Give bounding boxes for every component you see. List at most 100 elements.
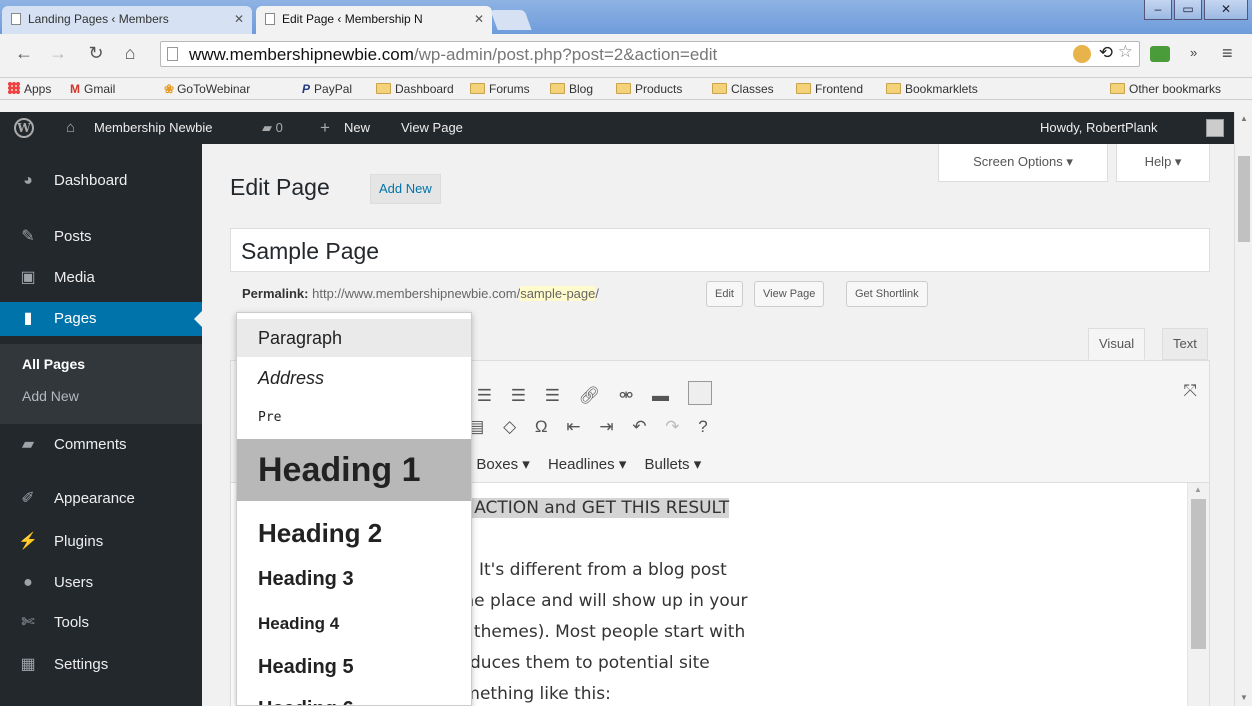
site-home-icon[interactable]: ⌂ xyxy=(66,112,75,144)
sidebar-item-dashboard[interactable]: ◕ Dashboard xyxy=(0,164,202,198)
format-paragraph[interactable]: Paragraph xyxy=(237,319,471,357)
bookmark-classes[interactable]: Classes xyxy=(712,81,774,97)
bookmark-gotowebinar[interactable]: ❀ GoToWebinar xyxy=(164,81,250,97)
format-pre[interactable]: Pre xyxy=(237,399,471,437)
format-heading-1[interactable]: Heading 1 xyxy=(237,439,471,501)
bookmark-other[interactable]: Other bookmarks xyxy=(1110,81,1221,97)
bullets-dropdown[interactable]: Bullets ▾ xyxy=(645,456,702,473)
browser-tab-landing-pages[interactable]: Landing Pages ‹ Members ✕ xyxy=(2,6,252,34)
extension-emoji-icon[interactable] xyxy=(1073,45,1091,63)
bookmark-forums[interactable]: Forums xyxy=(470,81,530,97)
bookmark-paypal[interactable]: P PayPal xyxy=(302,81,352,97)
editor-scrollbar[interactable]: ▲ xyxy=(1187,483,1209,706)
page-scrollbar[interactable]: ▲ ▼ xyxy=(1234,112,1252,706)
bookmark-apps[interactable]: Apps xyxy=(8,81,51,97)
reload-icon[interactable]: ↻ xyxy=(86,43,106,64)
permalink-slug[interactable]: sample-page xyxy=(520,286,596,301)
indent-icon[interactable]: ⇥ xyxy=(599,417,613,437)
address-bar[interactable]: www.membershipnewbie.com/wp-admin/post.p… xyxy=(160,41,1140,67)
add-new-page-button[interactable]: Add New xyxy=(370,174,441,204)
sidebar-item-media[interactable]: ▣ Media xyxy=(0,261,202,295)
browser-tab-edit-page[interactable]: Edit Page ‹ Membership N ✕ xyxy=(256,6,492,34)
extension-green-icon[interactable] xyxy=(1150,46,1170,62)
scroll-down-icon[interactable]: ▼ xyxy=(1240,693,1248,702)
redo-icon[interactable]: ↷ xyxy=(665,417,679,437)
read-more-icon[interactable]: ▬ xyxy=(652,386,669,406)
sidebar-item-comments[interactable]: ▰ Comments xyxy=(0,428,202,462)
bookmark-gmail[interactable]: M Gmail xyxy=(70,81,115,97)
minimize-icon[interactable]: – xyxy=(1144,0,1172,20)
bookmark-blog[interactable]: Blog xyxy=(550,81,593,97)
format-heading-4[interactable]: Heading 4 xyxy=(237,607,471,641)
sidebar-item-users[interactable]: ● Users xyxy=(0,566,202,600)
format-heading-6[interactable]: Heading 6 xyxy=(237,691,471,705)
view-page-button[interactable]: View Page xyxy=(754,281,825,307)
post-title-input[interactable]: Sample Page xyxy=(230,228,1210,272)
bookmark-dashboard[interactable]: Dashboard xyxy=(376,81,454,97)
forward-icon[interactable]: → xyxy=(48,43,68,64)
view-page-link[interactable]: View Page xyxy=(401,112,463,144)
sidebar-item-appearance[interactable]: ✐ Appearance xyxy=(0,482,202,516)
sidebar-item-posts[interactable]: ✎ Posts xyxy=(0,220,202,254)
align-center-icon[interactable]: ☰ xyxy=(511,386,526,406)
howdy-user-link[interactable]: Howdy, RobertPlank xyxy=(1040,112,1158,144)
clear-formatting-icon[interactable]: ◇ xyxy=(503,417,516,437)
sidebar-item-tools[interactable]: ✄ Tools xyxy=(0,606,202,640)
align-left-icon[interactable]: ☰ xyxy=(477,386,492,406)
unlink-icon[interactable]: ⚮ xyxy=(619,386,633,406)
scroll-up-icon[interactable]: ▲ xyxy=(1240,114,1248,123)
window-close-icon[interactable]: ✕ xyxy=(1204,0,1248,20)
back-icon[interactable]: ← xyxy=(14,43,34,64)
format-heading-5[interactable]: Heading 5 xyxy=(237,649,471,685)
comments-link[interactable]: ▰ 0 xyxy=(262,112,283,144)
help-icon[interactable]: ? xyxy=(698,417,707,437)
undo-icon[interactable]: ↶ xyxy=(632,417,646,437)
align-right-icon[interactable]: ☰ xyxy=(545,386,560,406)
special-character-icon[interactable]: Ω xyxy=(535,417,548,437)
submenu-all-pages[interactable]: All Pages xyxy=(22,356,85,372)
folder-icon xyxy=(376,83,391,94)
edit-permalink-button[interactable]: Edit xyxy=(706,281,743,307)
format-heading-3[interactable]: Heading 3 xyxy=(237,561,471,597)
format-address[interactable]: Address xyxy=(237,359,471,397)
toolbar-toggle-icon[interactable] xyxy=(687,381,712,405)
sidebar-item-pages[interactable]: ▮ Pages xyxy=(0,302,202,336)
tab-visual[interactable]: Visual xyxy=(1088,328,1146,360)
boxes-dropdown[interactable]: Boxes ▾ xyxy=(476,456,529,473)
bookmark-frontend[interactable]: Frontend xyxy=(796,81,863,97)
close-tab-icon[interactable]: ✕ xyxy=(234,6,244,32)
headlines-dropdown[interactable]: Headlines ▾ xyxy=(548,456,626,473)
help-button[interactable]: Help ▾ xyxy=(1116,144,1210,182)
scroll-up-icon[interactable]: ▲ xyxy=(1194,485,1202,494)
screen-options-button[interactable]: Screen Options ▾ xyxy=(938,144,1108,182)
bookmark-bookmarklets[interactable]: Bookmarklets xyxy=(886,81,978,97)
new-tab-button[interactable] xyxy=(490,10,532,30)
media-icon: ▣ xyxy=(20,269,36,286)
plus-icon[interactable]: + xyxy=(320,112,330,144)
new-content-link[interactable]: New xyxy=(344,112,370,144)
browser-titlebar: Landing Pages ‹ Members ✕ Edit Page ‹ Me… xyxy=(0,0,1252,34)
bookmark-star-icon[interactable]: ☆ xyxy=(1118,42,1133,62)
get-shortlink-button[interactable]: Get Shortlink xyxy=(846,281,928,307)
more-extensions-icon[interactable]: » xyxy=(1190,45,1197,60)
tab-text[interactable]: Text xyxy=(1162,328,1208,360)
format-heading-2[interactable]: Heading 2 xyxy=(237,513,471,553)
extension-sync-icon[interactable]: ⟲ xyxy=(1099,43,1113,63)
bookmark-products[interactable]: Products xyxy=(616,81,682,97)
avatar[interactable] xyxy=(1206,119,1224,137)
maximize-icon[interactable]: ▭ xyxy=(1174,0,1202,20)
home-icon[interactable]: ⌂ xyxy=(120,43,140,64)
chrome-menu-icon[interactable]: ≡ xyxy=(1222,43,1233,64)
editor-scroll-thumb[interactable] xyxy=(1191,499,1206,649)
outdent-icon[interactable]: ⇤ xyxy=(566,417,580,437)
wordpress-logo-icon[interactable]: W xyxy=(14,118,34,138)
site-name-link[interactable]: Membership Newbie xyxy=(94,112,213,144)
sidebar-item-settings[interactable]: ▦ Settings xyxy=(0,648,202,682)
sidebar-item-plugins[interactable]: ⚡ Plugins xyxy=(0,525,202,559)
link-icon[interactable]: 🔗︎ xyxy=(579,386,601,406)
fullscreen-icon[interactable]: ⤧ xyxy=(1183,381,1197,401)
editor-line: one place and will show up in your xyxy=(453,591,748,611)
submenu-add-new[interactable]: Add New xyxy=(22,388,79,404)
page-scroll-thumb[interactable] xyxy=(1238,156,1250,242)
close-tab-icon[interactable]: ✕ xyxy=(474,6,484,32)
